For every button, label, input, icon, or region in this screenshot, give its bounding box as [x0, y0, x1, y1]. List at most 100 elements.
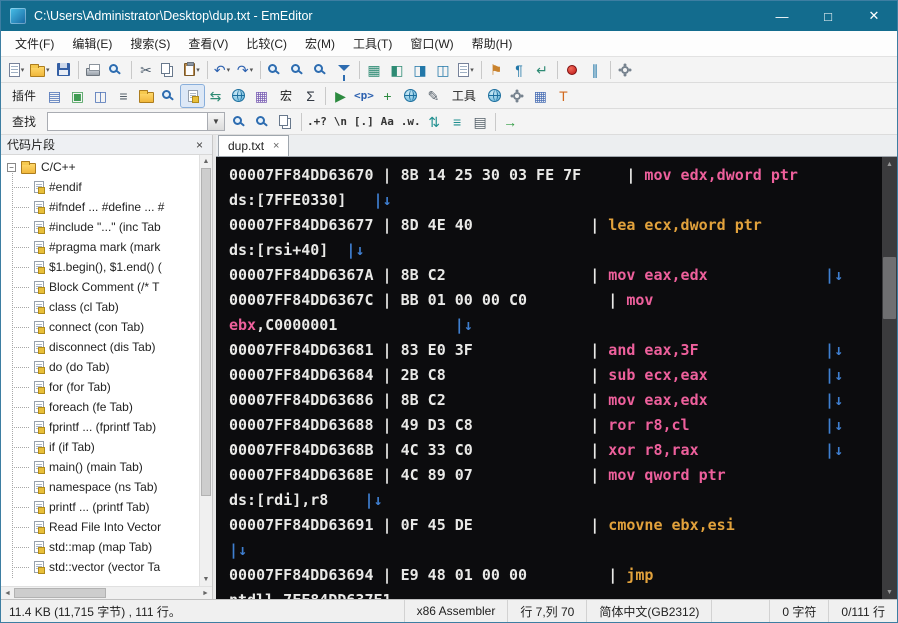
editor-scroll-up-icon[interactable]: ▲	[882, 157, 897, 171]
editor-row[interactable]: 00007FF84DD63694 | E9 48 01 00 00 | jmp	[229, 563, 882, 588]
find-prev-button[interactable]	[229, 111, 252, 133]
open-button[interactable]: ▾	[28, 59, 52, 81]
search-up-down-toggle[interactable]: ⇅	[423, 111, 446, 133]
editor-vertical-scrollbar[interactable]: ▲ ▼	[882, 157, 897, 599]
explorer-plugin-button[interactable]: ▤	[43, 85, 66, 107]
minimize-button[interactable]: —	[759, 1, 805, 31]
snippet-item[interactable]: for (for Tab)	[1, 377, 199, 397]
text-tool-button[interactable]: T	[552, 85, 575, 107]
snippet-item[interactable]: namespace (ns Tab)	[1, 477, 199, 497]
browser-tool-button[interactable]	[483, 85, 506, 107]
snippet-item[interactable]: std::vector (vector Ta	[1, 557, 199, 577]
show-line-numbers-toggle[interactable]: ≡	[446, 111, 469, 133]
extract-lines-button[interactable]: ▤	[469, 111, 492, 133]
editor-row[interactable]: 00007FF84DD63684 | 2B C8 | sub ecx,eax |…	[229, 363, 882, 388]
status-cell[interactable]: x86 Assembler	[403, 600, 508, 622]
projects-plugin-button[interactable]	[135, 85, 158, 107]
collapse-expander-icon[interactable]: −	[7, 162, 16, 172]
snippet-item[interactable]: #include "..." (inc Tab	[1, 217, 199, 237]
split-window-button[interactable]: ◫	[432, 59, 455, 81]
customize-button[interactable]	[614, 59, 637, 81]
web-preview-button[interactable]: ◧	[386, 59, 409, 81]
undo-dropdown-icon[interactable]: ▾	[227, 66, 231, 74]
editor-row[interactable]: 00007FF84DD63677 | 8D 4E 40 | lea ecx,dw…	[229, 213, 882, 238]
editor-row[interactable]: ds:[rsi+40] |↓	[229, 238, 882, 263]
find-in-files-button[interactable]	[310, 59, 333, 81]
image-preview-plugin-button[interactable]: ▣	[66, 85, 89, 107]
menu-h[interactable]: 帮助(H)	[463, 31, 522, 57]
macro-sigma-button[interactable]: Σ	[299, 85, 322, 107]
show-marks-button[interactable]: ¶	[508, 59, 531, 81]
web-preview-plugin-button[interactable]	[227, 85, 250, 107]
scroll-up-icon[interactable]: ▲	[200, 155, 212, 168]
menu-t[interactable]: 工具(T)	[344, 31, 401, 57]
editor-row[interactable]: |↓	[229, 538, 882, 563]
close-button[interactable]: ✕	[851, 1, 897, 31]
tree-horizontal-scrollbar[interactable]: ◄ ►	[1, 586, 212, 599]
editor-row[interactable]: 00007FF84DD6367C | BB 01 00 00 C0 | mov	[229, 288, 882, 313]
redo-button[interactable]: ↷ ▾	[234, 59, 257, 81]
snippet-item[interactable]: $1.begin(), $1.end() (	[1, 257, 199, 277]
new-file-button[interactable]: ▾	[5, 59, 28, 81]
snippet-item[interactable]: disconnect (dis Tab)	[1, 337, 199, 357]
snippet-item[interactable]: Block Comment (/* T	[1, 277, 199, 297]
encoding-dropdown-icon[interactable]: ▾	[470, 66, 474, 74]
open-documents-plugin-button[interactable]: ◫	[89, 85, 112, 107]
play-macro-button[interactable]: ▶	[329, 85, 352, 107]
snippet-item[interactable]: fprintf ... (fprintf Tab)	[1, 417, 199, 437]
menu-c[interactable]: 比较(C)	[237, 31, 296, 57]
open-dropdown-icon[interactable]: ▾	[46, 66, 50, 74]
sync-scroll-plugin-button[interactable]: ⇆	[204, 85, 227, 107]
menu-f[interactable]: 文件(F)	[6, 31, 63, 57]
new-file-dropdown-icon[interactable]: ▾	[21, 66, 25, 74]
editor-scroll-down-icon[interactable]: ▼	[882, 585, 897, 599]
snippet-item[interactable]: class (cl Tab)	[1, 297, 199, 317]
snippet-item[interactable]: main() (main Tab)	[1, 457, 199, 477]
paste-dropdown-icon[interactable]: ▾	[196, 66, 200, 74]
scroll-down-icon[interactable]: ▼	[200, 573, 212, 586]
encoding-button[interactable]: ▾	[455, 59, 478, 81]
editor-row[interactable]: ebx,C0000001 |↓	[229, 313, 882, 338]
record-macro-button[interactable]	[561, 59, 584, 81]
snippet-item[interactable]: connect (con Tab)	[1, 317, 199, 337]
print-button[interactable]	[82, 59, 105, 81]
maximize-button[interactable]: □	[805, 1, 851, 31]
pause-macro-button[interactable]: ∥	[584, 59, 607, 81]
cut-button[interactable]: ✂	[135, 59, 158, 81]
editor-row[interactable]: 00007FF84DD6367A | 8B C2 | mov eax,edx |…	[229, 263, 882, 288]
editor-row[interactable]: 00007FF84DD63686 | 8B C2 | mov eax,edx |…	[229, 388, 882, 413]
menu-m[interactable]: 宏(M)	[296, 31, 344, 57]
bookmark-button[interactable]: ⚑	[485, 59, 508, 81]
word-complete-plugin-button[interactable]: ▦	[250, 85, 273, 107]
editor-row[interactable]: 00007FF84DD63688 | 49 D3 C8 | ror r8,cl …	[229, 413, 882, 438]
editor-row[interactable]: 00007FF84DD6368E | 4C 89 07 | mov qword …	[229, 463, 882, 488]
find-button[interactable]	[264, 59, 287, 81]
replace-button[interactable]	[287, 59, 310, 81]
whole-word-toggle[interactable]: .w.	[399, 111, 423, 133]
snippets-panel-close-icon[interactable]: ×	[193, 138, 206, 152]
editor-row[interactable]: 00007FF84DD63691 | 0F 45 DE | cmovne ebx…	[229, 513, 882, 538]
editor-row[interactable]: 00007FF84DD6368B | 4C 33 C0 | xor r8,rax…	[229, 438, 882, 463]
find-combo-dropdown-icon[interactable]: ▼	[207, 113, 225, 130]
editor-row[interactable]: ds:[rdi],r8 |↓	[229, 488, 882, 513]
snippet-item[interactable]: do (do Tab)	[1, 357, 199, 377]
undo-button[interactable]: ↶ ▾	[211, 59, 234, 81]
macro-edit-button[interactable]: ✎	[422, 85, 445, 107]
filter-button[interactable]	[333, 59, 356, 81]
editor-row[interactable]: ds:[7FFE0330] |↓	[229, 188, 882, 213]
menu-w[interactable]: 窗口(W)	[401, 31, 462, 57]
snippet-item[interactable]: #ifndef ... #define ... #	[1, 197, 199, 217]
match-case-toggle[interactable]: Aa	[376, 111, 399, 133]
menu-s[interactable]: 搜索(S)	[121, 31, 179, 57]
regex-toggle[interactable]: .+?	[305, 111, 329, 133]
search-plugin-button[interactable]	[158, 85, 181, 107]
find-all-button[interactable]	[252, 111, 275, 133]
editor-row[interactable]: 00007FF84DD63670 | 8B 14 25 30 03 FE 7F …	[229, 163, 882, 188]
snippet-item[interactable]: std::map (map Tab)	[1, 537, 199, 557]
status-cell[interactable]: 0 字符	[769, 600, 828, 622]
snippet-item[interactable]: foreach (fe Tab)	[1, 397, 199, 417]
menu-v[interactable]: 查看(V)	[179, 31, 237, 57]
external-tool-button[interactable]	[506, 85, 529, 107]
wrap-mode-button[interactable]: ↵	[531, 59, 554, 81]
redo-dropdown-icon[interactable]: ▾	[250, 66, 254, 74]
